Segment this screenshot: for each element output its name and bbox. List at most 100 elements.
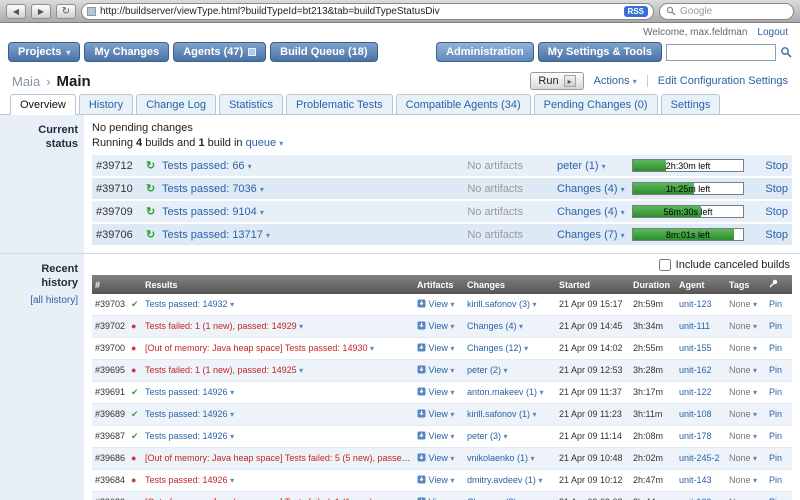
build-results-link[interactable]: Tests passed: 13717 bbox=[162, 229, 263, 241]
build-changes-link[interactable]: Changes (4) bbox=[557, 183, 618, 195]
history-results-link[interactable]: Tests passed: 14932 bbox=[145, 299, 228, 309]
history-changes-link[interactable]: Changes (12) bbox=[467, 343, 522, 353]
tab[interactable]: Settings bbox=[660, 94, 721, 114]
tab[interactable]: Overview bbox=[10, 94, 76, 115]
history-results-link[interactable]: Tests passed: 14926 bbox=[145, 431, 228, 441]
pin-link[interactable]: Pin bbox=[769, 365, 782, 375]
history-changes-link[interactable]: kirill.safonov (1) bbox=[467, 409, 530, 419]
build-changes-link[interactable]: peter (1) bbox=[557, 160, 599, 172]
chevron-down-icon[interactable] bbox=[753, 344, 757, 353]
nav-administration[interactable]: Administration bbox=[436, 42, 534, 62]
chevron-down-icon[interactable] bbox=[753, 388, 757, 397]
agent-link[interactable]: unit-123 bbox=[679, 299, 712, 309]
artifacts-view-link[interactable]: View bbox=[429, 365, 448, 375]
chevron-down-icon[interactable] bbox=[533, 300, 537, 309]
chevron-down-icon[interactable] bbox=[260, 206, 264, 218]
pin-link[interactable]: Pin bbox=[769, 409, 782, 419]
chevron-down-icon[interactable] bbox=[753, 476, 757, 485]
nav-agents[interactable]: Agents (47) bbox=[173, 42, 267, 62]
stop-button[interactable]: Stop bbox=[765, 183, 788, 195]
history-changes-link[interactable]: vnikolaenko (1) bbox=[467, 453, 528, 463]
chevron-down-icon[interactable] bbox=[753, 322, 757, 331]
history-results-link[interactable]: Tests passed: 14926 bbox=[145, 387, 228, 397]
chevron-down-icon[interactable] bbox=[450, 476, 454, 485]
chevron-down-icon[interactable] bbox=[450, 410, 454, 419]
chevron-down-icon[interactable] bbox=[450, 322, 454, 331]
chevron-down-icon[interactable] bbox=[531, 454, 535, 463]
chevron-down-icon[interactable] bbox=[533, 410, 537, 419]
chevron-down-icon[interactable] bbox=[450, 300, 454, 309]
history-results-link[interactable]: Tests passed: 14926 bbox=[145, 409, 228, 419]
stop-button[interactable]: Stop bbox=[765, 206, 788, 218]
history-changes-link[interactable]: Changes (4) bbox=[467, 321, 517, 331]
history-results-link[interactable]: Tests failed: 1 (1 new), passed: 14925 bbox=[145, 365, 297, 375]
chevron-down-icon[interactable] bbox=[230, 388, 234, 397]
agent-link[interactable]: unit-143 bbox=[679, 475, 712, 485]
tab[interactable]: Compatible Agents (34) bbox=[395, 94, 531, 114]
artifacts-view-link[interactable]: View bbox=[429, 321, 448, 331]
reload-button[interactable] bbox=[56, 3, 76, 19]
chevron-down-icon[interactable] bbox=[621, 183, 625, 195]
address-bar[interactable]: http://buildserver/viewType.html?buildTy… bbox=[81, 2, 654, 20]
chevron-down-icon[interactable] bbox=[753, 366, 757, 375]
nav-build-queue[interactable]: Build Queue (18) bbox=[270, 42, 378, 62]
chevron-down-icon[interactable] bbox=[450, 432, 454, 441]
pin-link[interactable]: Pin bbox=[769, 321, 782, 331]
artifacts-view-link[interactable]: View bbox=[429, 475, 448, 485]
run-split-icon[interactable] bbox=[563, 75, 576, 87]
chevron-down-icon[interactable] bbox=[230, 476, 234, 485]
agent-link[interactable]: unit-245-2 bbox=[679, 453, 720, 463]
build-changes-link[interactable]: Changes (7) bbox=[557, 229, 618, 241]
chevron-down-icon[interactable] bbox=[504, 432, 508, 441]
history-changes-link[interactable]: anton.makeev (1) bbox=[467, 387, 537, 397]
chevron-down-icon[interactable] bbox=[66, 46, 70, 58]
nav-my-changes[interactable]: My Changes bbox=[84, 42, 170, 62]
rss-badge[interactable]: RSS bbox=[623, 5, 648, 17]
stop-button[interactable]: Stop bbox=[765, 229, 788, 241]
build-results-link[interactable]: Tests passed: 9104 bbox=[162, 206, 257, 218]
search-input[interactable] bbox=[666, 43, 776, 61]
search-icon[interactable] bbox=[780, 46, 792, 58]
history-changes-link[interactable]: peter (2) bbox=[467, 365, 501, 375]
history-results-link[interactable]: Tests failed: 1 (1 new), passed: 14929 bbox=[145, 321, 297, 331]
history-changes-link[interactable]: peter (3) bbox=[467, 431, 501, 441]
chevron-down-icon[interactable] bbox=[621, 206, 625, 218]
chevron-down-icon[interactable] bbox=[299, 366, 303, 375]
artifacts-view-link[interactable]: View bbox=[429, 387, 448, 397]
artifacts-view-link[interactable]: View bbox=[429, 343, 448, 353]
history-changes-link[interactable]: kirill.safonov (3) bbox=[467, 299, 530, 309]
chevron-down-icon[interactable] bbox=[538, 476, 542, 485]
forward-button[interactable] bbox=[31, 3, 51, 19]
pin-link[interactable]: Pin bbox=[769, 387, 782, 397]
chevron-down-icon[interactable] bbox=[540, 388, 544, 397]
include-canceled-checkbox[interactable] bbox=[658, 259, 671, 271]
chevron-down-icon[interactable] bbox=[524, 344, 528, 353]
tab[interactable]: History bbox=[78, 94, 134, 114]
chevron-down-icon[interactable] bbox=[230, 410, 234, 419]
history-results-link[interactable]: Tests passed: 14926 bbox=[145, 475, 228, 485]
build-results-link[interactable]: Tests passed: 66 bbox=[162, 160, 245, 172]
chevron-down-icon[interactable] bbox=[370, 344, 374, 353]
edit-configuration-link[interactable]: Edit Configuration Settings bbox=[658, 75, 788, 87]
chevron-down-icon[interactable] bbox=[633, 75, 637, 87]
agent-link[interactable]: unit-108 bbox=[679, 409, 712, 419]
agent-link[interactable]: unit-111 bbox=[679, 321, 710, 331]
tab[interactable]: Statistics bbox=[219, 94, 284, 114]
pin-link[interactable]: Pin bbox=[769, 343, 782, 353]
tab[interactable]: Change Log bbox=[136, 94, 217, 114]
nav-settings-tools[interactable]: My Settings & Tools bbox=[537, 42, 662, 62]
chevron-down-icon[interactable] bbox=[753, 454, 757, 463]
chevron-down-icon[interactable] bbox=[279, 137, 283, 149]
chevron-down-icon[interactable] bbox=[230, 432, 234, 441]
stop-button[interactable]: Stop bbox=[765, 160, 788, 172]
artifacts-view-link[interactable]: View bbox=[429, 299, 448, 309]
pin-link[interactable]: Pin bbox=[769, 299, 782, 309]
chevron-down-icon[interactable] bbox=[753, 432, 757, 441]
chevron-down-icon[interactable] bbox=[450, 388, 454, 397]
chevron-down-icon[interactable] bbox=[621, 229, 625, 241]
actions-menu[interactable]: Actions bbox=[594, 75, 630, 87]
back-button[interactable] bbox=[6, 3, 26, 19]
chevron-down-icon[interactable] bbox=[260, 183, 264, 195]
chevron-down-icon[interactable] bbox=[450, 454, 454, 463]
agent-link[interactable]: unit-155 bbox=[679, 343, 712, 353]
